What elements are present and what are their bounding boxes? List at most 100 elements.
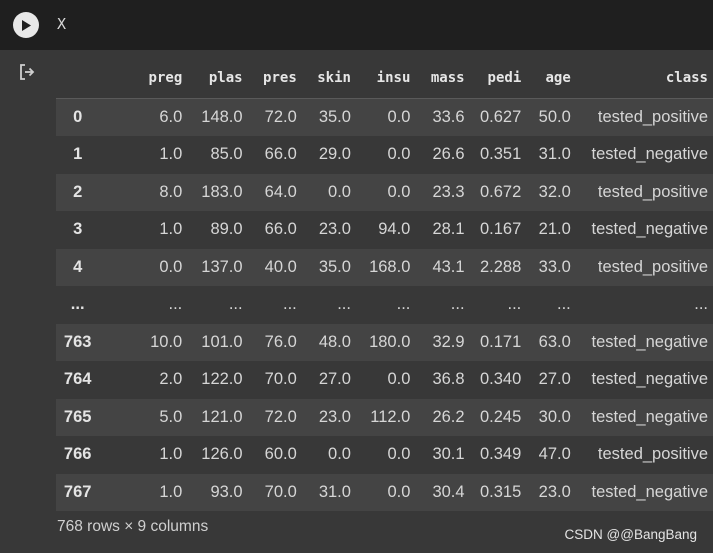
cell-mass: ... — [450, 295, 465, 314]
cell-skin: 35.0 — [318, 257, 351, 276]
cell-pres: 72.0 — [264, 108, 297, 126]
cell-plas: 93.0 — [210, 482, 243, 501]
cell-mass: 26.2 — [432, 407, 465, 426]
cell-preg: 8.0 — [159, 182, 183, 201]
table-row: 766 1.0 126.0 60.0 0.0 0.0 30.1 0.349 47.0 tested… — [56, 436, 713, 474]
cell-age: 23.0 — [538, 482, 571, 501]
cell-class: tested_positive — [597, 257, 708, 276]
cell-plas: 148.0 — [201, 108, 243, 126]
cell-insu: 0.0 — [387, 182, 411, 201]
cell-mass: 43.1 — [432, 257, 465, 276]
cell-insu: 168.0 — [369, 257, 411, 276]
cell-pres: 66.0 — [264, 220, 297, 239]
cell-skin: 31.0 — [318, 482, 351, 501]
cell-skin: ... — [337, 295, 351, 314]
cell-skin: 35.0 — [318, 108, 351, 126]
cell-insu: 0.0 — [387, 482, 411, 501]
table-header-row: preg plas pres skin insu mass pedi age c… — [56, 58, 713, 99]
cell-plas: 126.0 — [201, 445, 243, 464]
cell-age: 50.0 — [538, 108, 571, 126]
cell-preg: 0.0 — [159, 257, 183, 276]
cell-pedi: ... — [507, 295, 522, 314]
column-header-pedi: pedi — [467, 58, 525, 99]
cell-pres: 70.0 — [264, 370, 297, 389]
cell-preg: 1.0 — [159, 445, 183, 464]
cell-mass: 32.9 — [432, 332, 465, 351]
cell-pedi: 0.315 — [479, 482, 522, 501]
table-row: 765 5.0 121.0 72.0 23.0 112.0 26.2 0.245 30.0 tes… — [56, 398, 713, 436]
row-index: 3 — [73, 220, 83, 239]
row-index: 1 — [73, 145, 83, 164]
cell-plas: 85.0 — [210, 145, 243, 164]
cell-pedi: 0.245 — [479, 407, 522, 426]
watermark: CSDN @@BangBang — [564, 527, 697, 542]
cell-mass: 30.4 — [432, 482, 465, 501]
cell-class: tested_negative — [591, 332, 708, 351]
cell-mass: 28.1 — [432, 220, 465, 239]
cell-age: 33.0 — [538, 257, 571, 276]
row-index: 766 — [63, 445, 92, 464]
cell-plas: 121.0 — [201, 407, 243, 426]
cell-insu: ... — [396, 295, 411, 314]
cell-class: tested_negative — [591, 407, 708, 426]
cell-skin: 27.0 — [318, 370, 351, 389]
table-row: 3 1.0 89.0 66.0 23.0 94.0 28.1 0.167 21.0 tested_… — [56, 211, 713, 249]
cell-pedi: 0.627 — [479, 108, 522, 126]
dataframe-table: preg plas pres skin insu mass pedi age c… — [56, 58, 713, 511]
cell-mass: 23.3 — [432, 182, 465, 201]
column-header-mass: mass — [413, 58, 468, 99]
cell-mass: 26.6 — [432, 145, 465, 164]
cell-pedi: 0.349 — [479, 445, 522, 464]
cell-pres: 72.0 — [264, 407, 297, 426]
cell-age: 27.0 — [538, 370, 571, 389]
run-cell-button[interactable] — [13, 12, 39, 38]
table-row: 763 10.0 101.0 76.0 48.0 180.0 32.9 0.171 63.0 te… — [56, 323, 713, 361]
cell-preg: 1.0 — [159, 482, 183, 501]
column-header-preg: preg — [99, 58, 186, 99]
code-cell[interactable]: X — [0, 0, 713, 50]
table-row: 1 1.0 85.0 66.0 29.0 0.0 26.6 0.351 31.0 tested_n… — [56, 136, 713, 174]
cell-preg: 2.0 — [159, 370, 183, 389]
cell-pedi: 2.288 — [479, 257, 522, 276]
cell-skin: 48.0 — [318, 332, 351, 351]
cell-class: tested_negative — [591, 145, 708, 164]
cell-pres: 66.0 — [264, 145, 297, 164]
cell-age: 63.0 — [538, 332, 571, 351]
cell-pres: 70.0 — [264, 482, 297, 501]
cell-skin: 0.0 — [328, 445, 351, 464]
cell-preg: ... — [168, 295, 183, 314]
table-row: 767 1.0 93.0 70.0 31.0 0.0 30.4 0.315 23.0 tested… — [56, 473, 713, 511]
cell-mass: 30.1 — [432, 445, 465, 464]
cell-insu: 0.0 — [387, 370, 411, 389]
cell-pres: 60.0 — [264, 445, 297, 464]
code-editor[interactable]: X — [57, 15, 66, 33]
cell-class: ... — [694, 295, 708, 314]
cell-plas: 89.0 — [210, 220, 243, 239]
cell-age: 32.0 — [538, 182, 571, 201]
cell-pedi: 0.340 — [479, 370, 522, 389]
row-index: ... — [70, 295, 85, 314]
cell-skin: 23.0 — [318, 407, 351, 426]
cell-class: tested_negative — [591, 220, 708, 239]
cell-skin: 23.0 — [318, 220, 351, 239]
table-row: 764 2.0 122.0 70.0 27.0 0.0 36.8 0.340 27.0 teste… — [56, 361, 713, 399]
cell-preg: 5.0 — [159, 407, 183, 426]
cell-age: 21.0 — [538, 220, 571, 239]
cell-class: tested_positive — [597, 445, 708, 464]
cell-class: tested_negative — [591, 370, 708, 389]
cell-preg: 1.0 — [159, 220, 183, 239]
cell-insu: 0.0 — [387, 108, 411, 126]
cell-pedi: 0.171 — [479, 332, 522, 351]
cell-age: 31.0 — [538, 145, 571, 164]
output-redirect-icon[interactable] — [18, 63, 36, 81]
row-index: 4 — [73, 257, 83, 276]
table-body: 0 6.0 148.0 72.0 35.0 0.0 33.6 0.627 50.0 tested_… — [56, 98, 713, 511]
row-index: 767 — [63, 482, 92, 501]
cell-insu: 112.0 — [370, 407, 411, 426]
cell-pres: 40.0 — [264, 257, 297, 276]
cell-class: tested_negative — [591, 482, 708, 501]
cell-pedi: 0.351 — [479, 145, 522, 164]
cell-mass: 36.8 — [432, 370, 465, 389]
row-index: 765 — [63, 407, 92, 426]
table-row: 4 0.0 137.0 40.0 35.0 168.0 43.1 2.288 33.0 teste… — [56, 248, 713, 286]
